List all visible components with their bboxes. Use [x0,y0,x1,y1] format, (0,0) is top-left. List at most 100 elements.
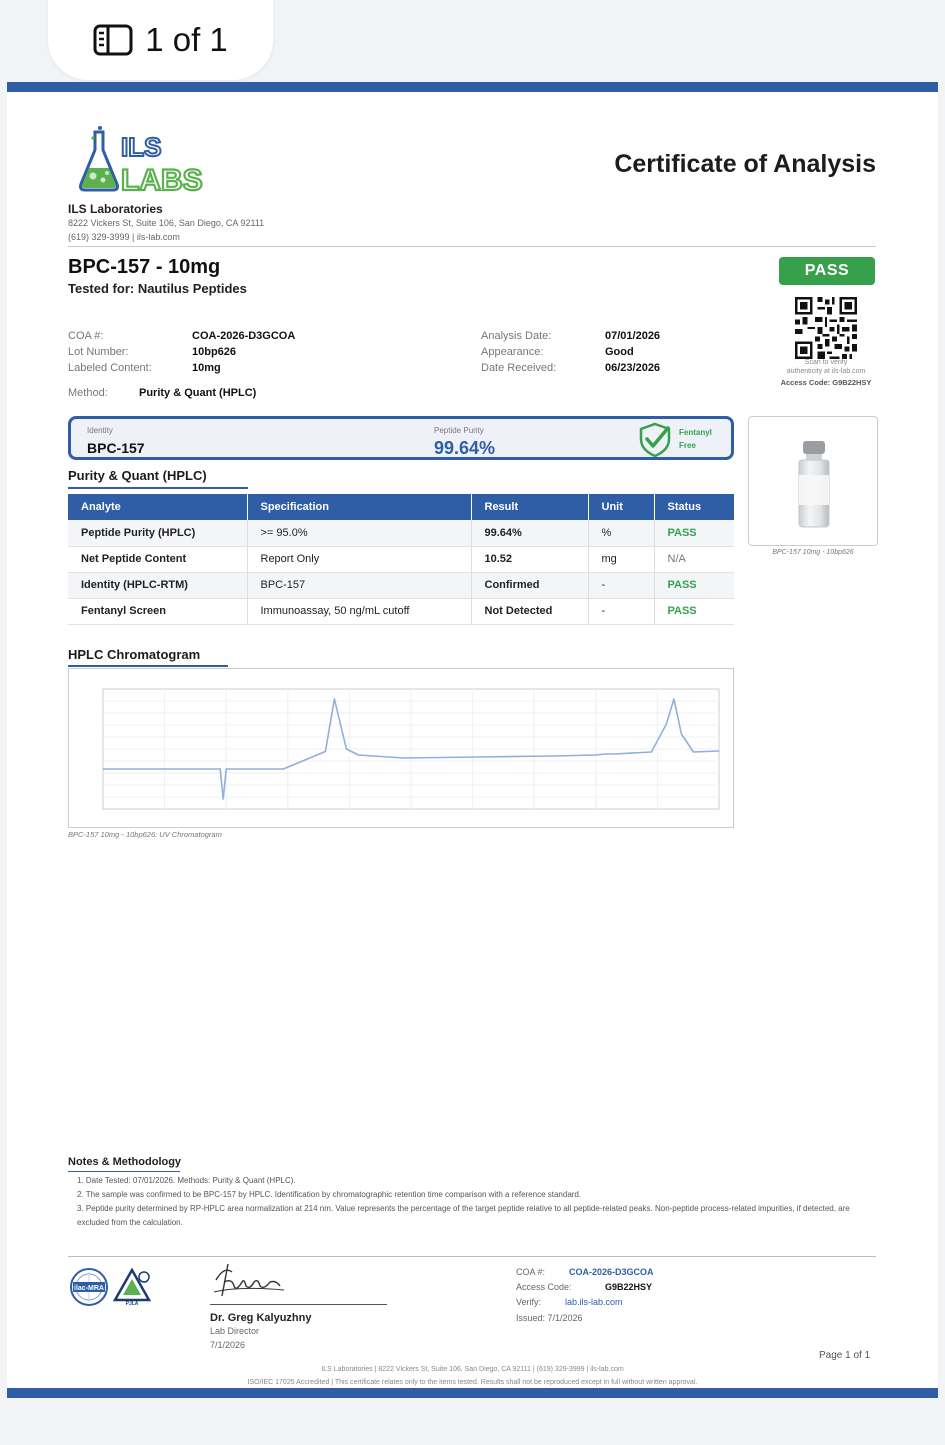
chromatogram-point [553,755,555,757]
purity-section-underline [68,487,248,489]
cell-result: Confirmed [471,572,589,599]
chromatogram-point [718,750,720,752]
logo-text-labs: LABS [121,164,203,196]
date-received-value: 06/23/2026 [605,362,661,374]
footer-divider [68,1256,876,1257]
document-page: ILS LABS Certificate of Analysis ILS Lab… [7,82,938,1398]
qr-scan-text: Scan to verify authenticity at ils-lab.c… [786,359,866,375]
analysis-date-value: 07/01/2026 [605,330,661,342]
logo-text-ils: ILS [121,132,161,162]
table-row: Identity (HPLC-RTM) BPC-157 Confirmed - … [68,572,734,599]
page-indicator-text: 1 of 1 [145,21,228,58]
footer-access-value: G9B22HSY [605,1282,653,1292]
director-date: 7/1/2026 [210,1340,246,1350]
page-indicator-pill[interactable]: 1 of 1 [48,0,273,80]
lot-value: 10bp626 [192,346,237,358]
cell-status: N/A [654,546,734,573]
cell-analyte: Peptide Purity (HPLC) [68,520,248,547]
notes-underline [68,1171,180,1172]
ilac-mra-seal-icon: ilac-MRA [70,1268,108,1306]
chromatogram-point [282,768,284,770]
cell-result: 99.64% [471,520,589,547]
chromatogram-point [665,723,668,725]
footer-verify-label: Verify: [516,1297,542,1307]
header-specification: Specification [247,494,472,520]
qr-access-code: Access Code: G9B22HSY [780,378,872,387]
cell-analyte: Fentanyl Screen [68,598,248,625]
cell-specification: Immunoassay, 50 ng/mL cutoff [247,598,472,625]
table-row: Fentanyl Screen Immunoassay, 50 ng/mL cu… [68,598,734,625]
note-item: 2. The sample was confirmed to be BPC-15… [77,1190,582,1199]
purity-section-title: Purity & Quant (HPLC) [68,468,207,483]
chromatogram-point [162,768,164,770]
vial-image [798,441,830,528]
signature-line [210,1304,387,1305]
table-header-row: Analyte Specification Result Unit Status [68,494,734,520]
chromatogram-point [650,751,652,753]
footer-coa-label: COA #: [516,1267,546,1277]
chromatogram-point [673,698,675,700]
tested-for: Tested for: Nautilus Peptides [68,281,247,296]
page-number: Page 1 of 1 [819,1350,871,1361]
chromatogram-point [402,757,405,759]
labeled-content-label: Labeled Content: [68,362,152,374]
cell-specification: Report Only [247,546,472,573]
lot-label: Lot Number: [68,346,129,358]
method-label: Method: [68,387,108,399]
qr-code-icon[interactable] [795,297,857,359]
cell-unit: mg [588,546,655,573]
chromatogram-point [478,756,480,758]
chromatogram-point [324,750,326,753]
cell-result: Not Detected [471,598,589,625]
chromatogram-section-title: HPLC Chromatogram [68,647,201,662]
chromatogram-point [222,798,224,800]
header-result: Result [471,494,589,520]
svg-text:ilac-MRA: ilac-MRA [74,1285,104,1292]
cell-specification: >= 95.0% [247,520,472,547]
footer-address-line: ILS Laboratories | 8222 Vickers St, Suit… [321,1366,624,1373]
chromatogram-point [219,768,221,770]
footer-coa-value: COA-2026-D3GCOA [569,1267,654,1277]
chromatogram-section-underline [68,665,228,667]
pja-seal-icon: PJLA [112,1267,152,1307]
table-row: Peptide Purity (HPLC) >= 95.0% 99.64% % … [68,520,734,547]
date-received-label: Date Received: [481,362,557,374]
vial-caption: BPC-157 10mg - 10bp626 [772,549,854,556]
chromatogram-point [604,753,606,755]
chromatogram-point [102,768,104,770]
method-value: Purity & Quant (HPLC) [139,387,257,399]
director-role: Lab Director [210,1326,260,1336]
notes-title: Notes & Methodology [68,1156,182,1168]
appearance-value: Good [605,346,634,358]
header-status: Status [654,494,734,520]
results-table: Analyte Specification Result Unit Status… [68,494,734,625]
notes-list: 1. Date Tested: 07/01/2026. Methods: Pur… [77,1174,867,1230]
note-item: 3. Peptide purity determined by RP-HPLC … [77,1204,850,1227]
chromatogram-point [595,754,597,756]
lab-address: 8222 Vickers St, Suite 106, San Diego, C… [68,218,265,228]
shield-check-icon [639,422,671,458]
chromatogram-point [680,733,683,735]
chromatogram-point [692,751,695,753]
coa-value: COA-2026-D3GCOA [192,330,296,342]
header-analyte: Analyte [68,494,248,520]
verify-link[interactable]: lab.ils-lab.com [565,1297,623,1307]
chromatogram-chart [68,668,734,828]
signature-image [213,1263,285,1297]
lab-name: ILS Laboratories [68,202,163,216]
header-unit: Unit [588,494,655,520]
note-item: 1. Date Tested: 07/01/2026. Methods: Pur… [77,1176,296,1185]
ils-labs-logo: ILS LABS [79,126,204,196]
identity-label: Identity [87,426,113,435]
footer-access-label: Access Code: [516,1282,572,1292]
table-row: Net Peptide Content Report Only 10.52 mg… [68,546,734,573]
chromatogram-point [237,768,239,770]
labeled-content-value: 10mg [192,362,221,374]
cell-unit: - [588,598,655,625]
chromatogram-point [613,753,615,755]
certificate-title: Certificate of Analysis [614,150,876,178]
pass-badge: PASS [779,257,875,285]
coa-label: COA #: [68,330,104,342]
chromatogram-point [225,768,227,770]
cell-status: PASS [654,520,734,547]
